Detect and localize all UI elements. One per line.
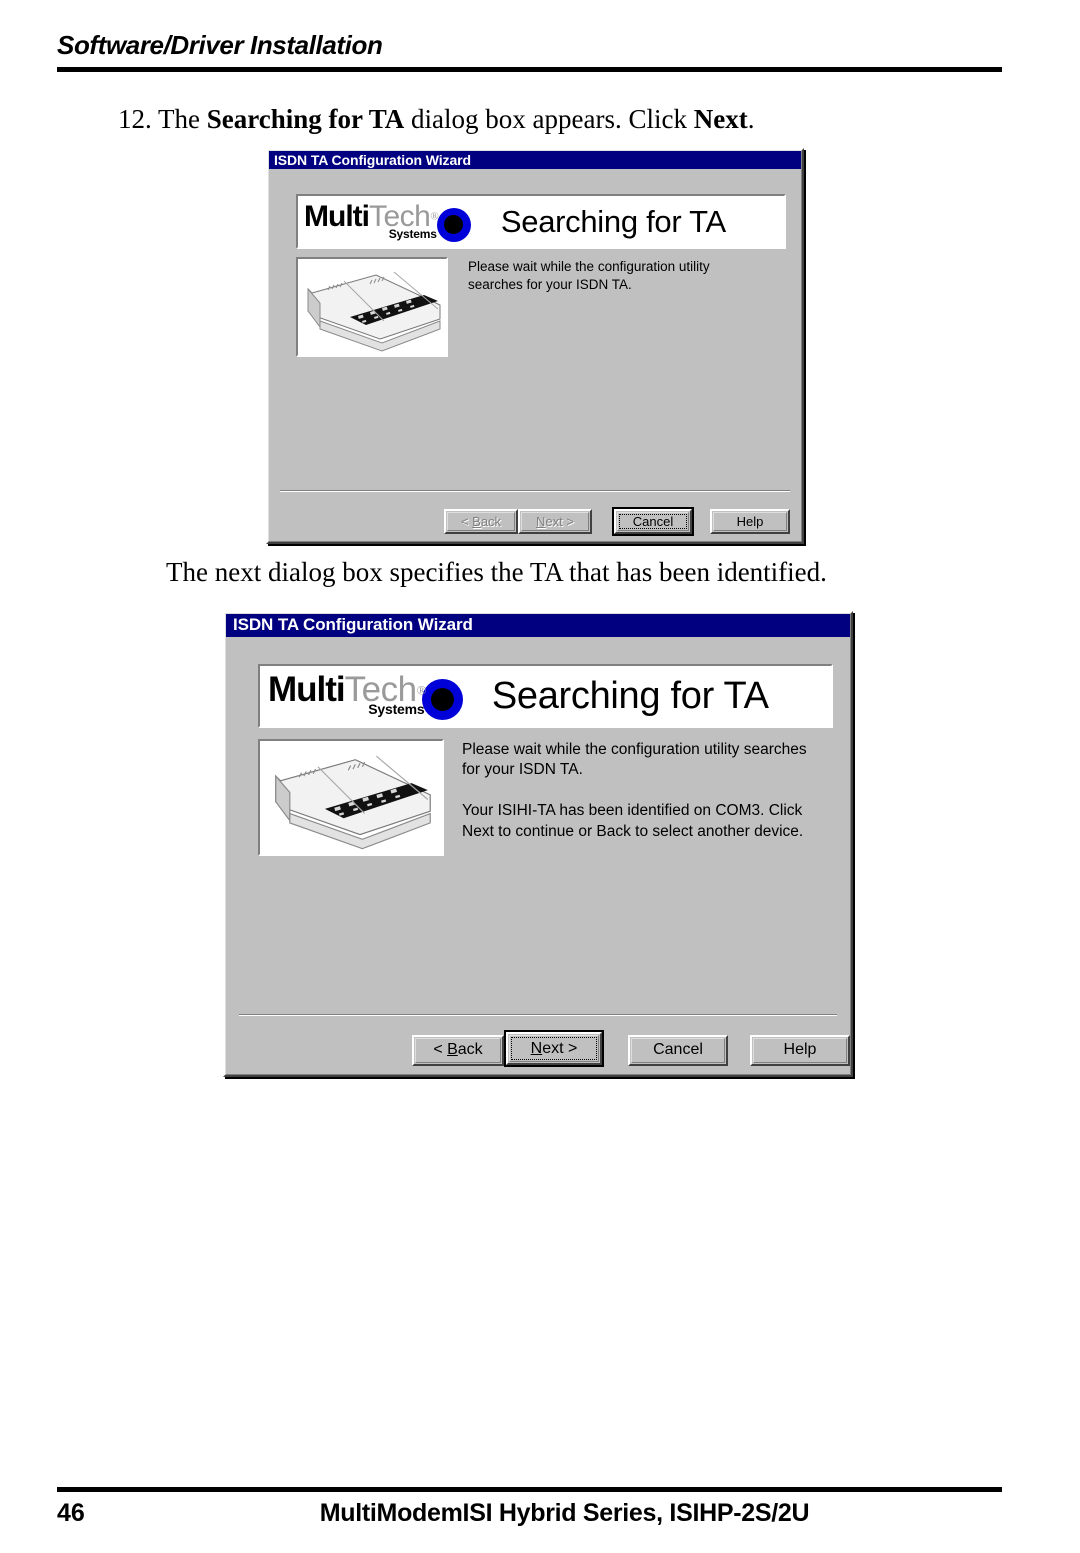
help-button-label: Help (736, 514, 764, 529)
logo-multi-text: Multi (304, 199, 370, 233)
multitech-logo: MultiTech® Systems (268, 672, 464, 720)
footer-row: 46 MultiModemISI Hybrid Series, ISIHP-2S… (57, 1499, 1002, 1533)
device-image-panel (296, 257, 448, 357)
device-image-panel (258, 739, 444, 856)
dialog-body-text: Please wait while the configuration util… (462, 740, 817, 842)
multitech-globe-icon (436, 207, 471, 242)
header-divider (57, 67, 1002, 72)
isdn-wizard-dialog-searching: ISDN TA Configuration Wizard MultiTech® … (266, 148, 804, 544)
logo-registered-mark: ® (416, 682, 427, 698)
instruction-step-12: 12. The Searching for TA dialog box appe… (118, 103, 754, 137)
cancel-button-label: Cancel (632, 514, 674, 529)
back-button[interactable]: < Back (412, 1034, 504, 1066)
instruction-next-dialog-caption: The next dialog box specifies the TA tha… (166, 557, 827, 587)
step-text-end: . (747, 104, 755, 134)
cancel-button-label: Cancel (653, 1041, 703, 1058)
multitech-logo: MultiTech® Systems (304, 199, 471, 242)
footer-divider (57, 1487, 1002, 1492)
page-footer: 46 MultiModemISI Hybrid Series, ISIHP-2S… (57, 1487, 1002, 1533)
logo-wordmark: MultiTech® Systems (268, 672, 426, 716)
dialog-title-text: ISDN TA Configuration Wizard (233, 615, 473, 634)
dialog-title-text: ISDN TA Configuration Wizard (274, 151, 471, 168)
step-text-pre: The (151, 104, 207, 134)
multitech-banner: MultiTech® Systems Searching for TA (258, 664, 833, 728)
dialog-button-row: < Back Next > Cancel Help (444, 507, 790, 536)
body-paragraph: Please wait while the configuration util… (462, 741, 807, 779)
cancel-button[interactable]: Cancel (628, 1034, 728, 1066)
logo-multi-text: Multi (268, 670, 346, 709)
next-button-label: Next > (536, 514, 574, 529)
banner-heading: Searching for TA (500, 203, 726, 239)
globe-core (431, 688, 455, 711)
button-separator (280, 490, 790, 492)
next-button-default-frame: Next > (504, 1030, 604, 1067)
banner-heading: Searching for TA (491, 674, 769, 717)
page-title: Software/Driver Installation (57, 30, 383, 60)
step-text-mid: dialog box appears. Click (404, 104, 694, 134)
button-separator (239, 1014, 837, 1016)
document-title: MultiModemISI Hybrid Series, ISIHP-2S/2U (319, 1499, 810, 1527)
page-header: Software/Driver Installation (57, 30, 1002, 72)
body-paragraph: Please wait while the configuration util… (468, 259, 710, 292)
multitech-globe-icon (422, 679, 464, 720)
back-button-label: < Back (433, 1041, 483, 1058)
isdn-wizard-dialog-identified: ISDN TA Configuration Wizard MultiTech® … (223, 611, 853, 1077)
dialog-button-row: < Back Next > Cancel Help (412, 1030, 850, 1067)
step-text-bold-next: Next (693, 104, 748, 134)
body-paragraph: Your ISIHI-TA has been identified on COM… (462, 802, 804, 840)
next-button[interactable]: Next > (518, 509, 592, 534)
dialog-titlebar: ISDN TA Configuration Wizard (268, 150, 802, 169)
step-number: 12. (118, 104, 152, 134)
next-button-label: Next > (530, 1039, 578, 1057)
back-button[interactable]: < Back (444, 509, 518, 534)
dialog-body-text: Please wait while the configuration util… (468, 258, 768, 294)
isdn-ta-device-icon (264, 741, 442, 854)
multitech-banner: MultiTech® Systems Searching for TA (296, 194, 786, 249)
cancel-button[interactable]: Cancel (614, 509, 692, 534)
next-button[interactable]: Next > (506, 1032, 602, 1065)
step-text-bold-dialog-name: Searching for TA (206, 104, 405, 134)
logo-wordmark: MultiTech® Systems (304, 199, 439, 240)
globe-core (444, 215, 464, 234)
help-button[interactable]: Help (750, 1034, 850, 1066)
dialog-titlebar: ISDN TA Configuration Wizard (225, 613, 851, 637)
back-button-label: < Back (460, 514, 502, 529)
cancel-button-default-frame: Cancel (612, 507, 694, 536)
help-button[interactable]: Help (710, 509, 790, 534)
logo-registered-mark: ® (430, 210, 439, 223)
isdn-ta-device-icon (298, 259, 446, 355)
help-button-label: Help (783, 1041, 817, 1058)
